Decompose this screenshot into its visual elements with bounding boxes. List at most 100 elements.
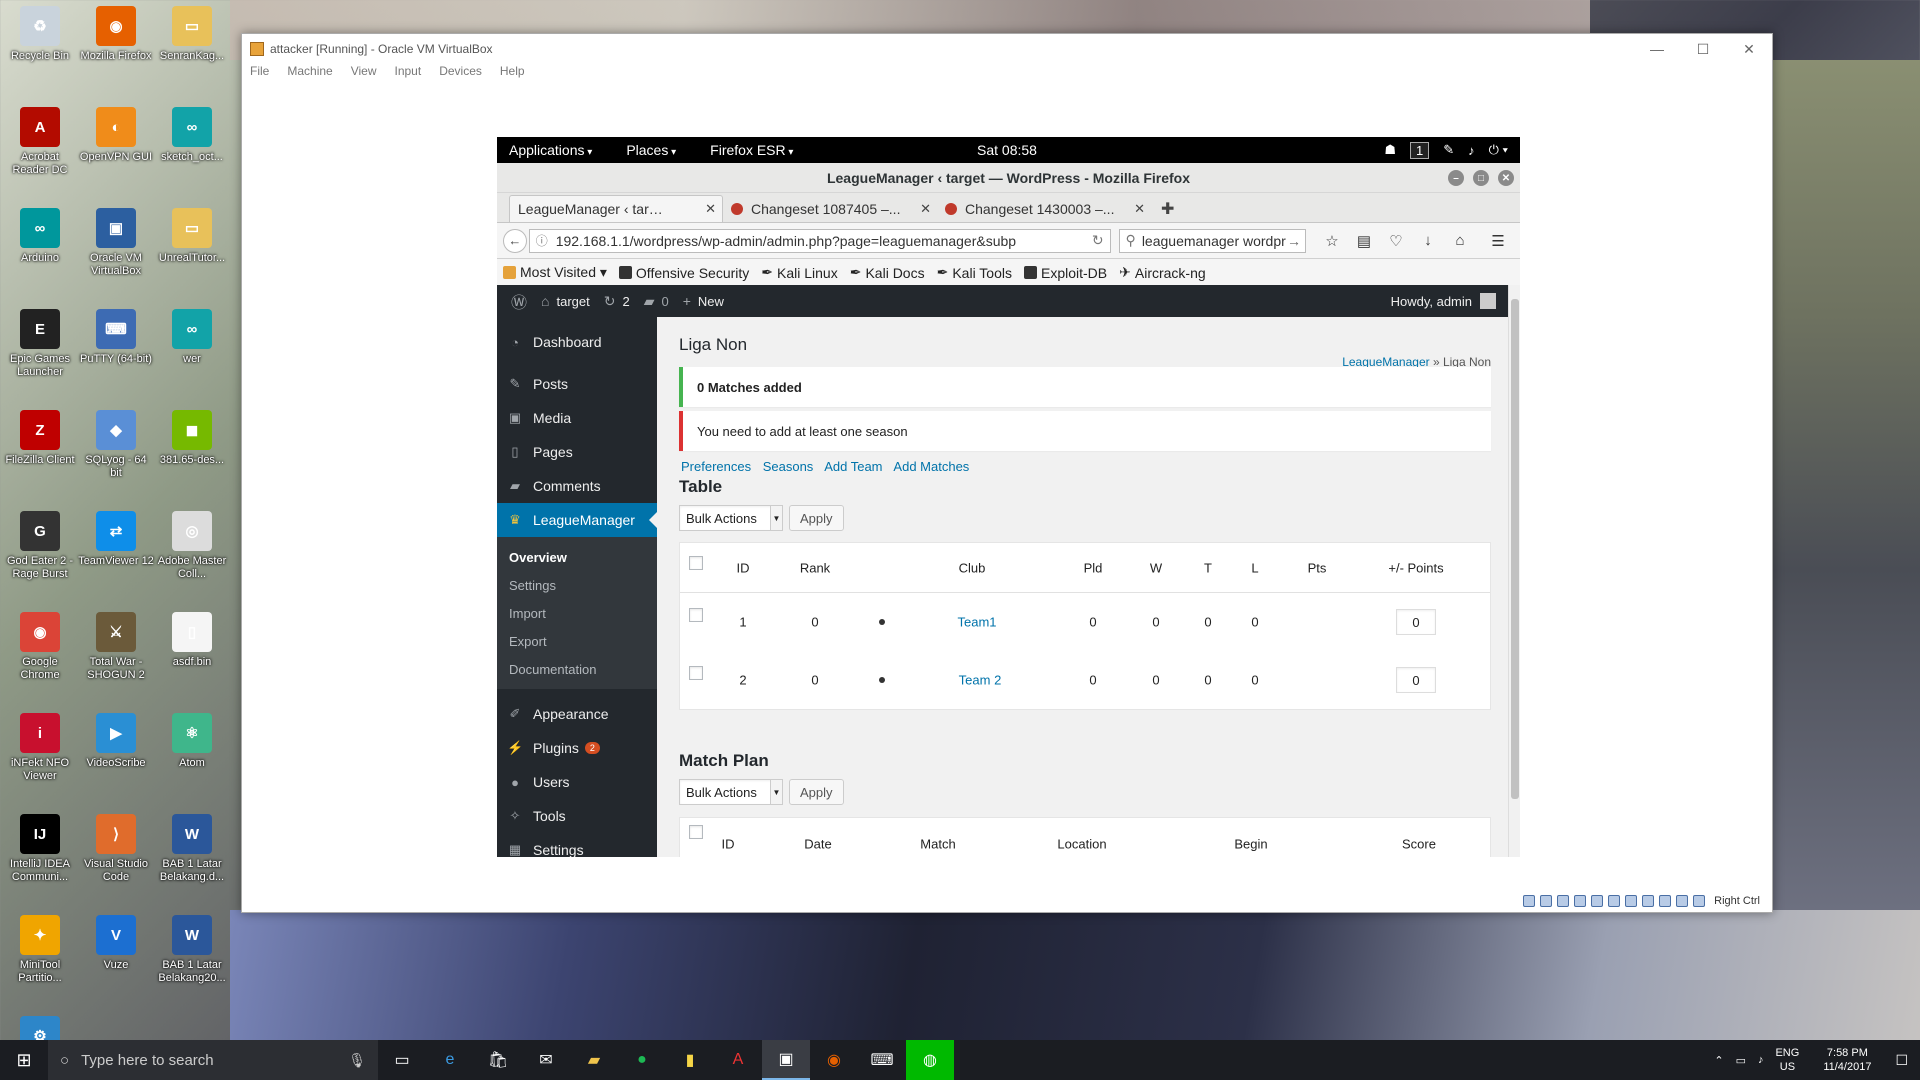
- site-name-link[interactable]: ⌂ target: [541, 293, 590, 309]
- add-team-link[interactable]: Add Team: [824, 459, 882, 474]
- col-id[interactable]: ID: [737, 560, 750, 575]
- taskbar-clock[interactable]: 7:58 PM 11/4/2017: [1823, 1046, 1883, 1074]
- menu-devices[interactable]: Devices: [439, 64, 482, 82]
- desktop-icon[interactable]: ◐ OpenVPN GUI: [78, 105, 154, 164]
- desktop-icon[interactable]: G God Eater 2 - Rage Burst: [2, 509, 78, 581]
- menu-plugins[interactable]: ⚡ Plugins 2: [497, 731, 657, 765]
- bookmark-most-visited[interactable]: Most Visited ▾: [503, 264, 607, 281]
- col-location[interactable]: Location: [1057, 837, 1106, 852]
- desktop-icon[interactable]: ∞ wer: [154, 307, 230, 366]
- col-club[interactable]: Club: [959, 560, 986, 575]
- menu-dashboard[interactable]: ◔ Dashboard: [497, 325, 657, 359]
- new-tab-icon[interactable]: ✚: [1161, 195, 1174, 222]
- scrollbar-thumb[interactable]: [1511, 299, 1519, 799]
- site-info-icon[interactable]: ⓘ: [536, 232, 548, 249]
- search-go-icon[interactable]: →: [1287, 232, 1301, 249]
- file-explorer-icon[interactable]: ▰: [570, 1040, 618, 1080]
- col-score[interactable]: Score: [1402, 837, 1436, 852]
- desktop-icon[interactable]: ▯ asdf.bin: [154, 610, 230, 669]
- hdd-icon[interactable]: [1523, 895, 1536, 907]
- page-scrollbar[interactable]: [1508, 285, 1520, 857]
- putty-taskbar-icon[interactable]: ⌨: [858, 1040, 906, 1080]
- volume-icon[interactable]: ♪: [1468, 143, 1475, 158]
- col-rank[interactable]: Rank: [800, 560, 830, 575]
- tray-overflow-icon[interactable]: ⌃: [1714, 1054, 1723, 1067]
- bookmark-kali-docs[interactable]: ✒ Kali Docs: [850, 264, 925, 281]
- power-icon[interactable]: ⏻ ▾: [1489, 142, 1508, 158]
- reload-icon[interactable]: ↻: [1092, 232, 1104, 249]
- menu-media[interactable]: ▣ Media: [497, 401, 657, 435]
- col-l[interactable]: L: [1251, 560, 1258, 575]
- apply-button[interactable]: Apply: [789, 779, 844, 805]
- sticky-notes-icon[interactable]: ▮: [666, 1040, 714, 1080]
- mail-icon[interactable]: ✉: [522, 1040, 570, 1080]
- minimize-icon[interactable]: —: [1634, 34, 1680, 64]
- hamburger-menu-icon[interactable]: ☰: [1482, 232, 1514, 250]
- submenu-settings[interactable]: Settings: [497, 571, 657, 599]
- menu-posts[interactable]: ✎ Posts: [497, 367, 657, 401]
- vm-display[interactable]: Applications Places Firefox ESR Sat 08:5…: [242, 82, 1772, 892]
- tools-icon[interactable]: ✎: [1443, 142, 1454, 158]
- close-icon[interactable]: ✕: [1726, 34, 1772, 64]
- desktop-icon[interactable]: ✦ MiniTool Partitio...: [2, 913, 78, 985]
- desktop-icon[interactable]: ▭ SenranKag...: [154, 4, 230, 63]
- guest-screen[interactable]: Applications Places Firefox ESR Sat 08:5…: [497, 137, 1520, 857]
- virtualbox-taskbar-icon[interactable]: ▣: [762, 1040, 810, 1080]
- col-id[interactable]: ID: [722, 837, 735, 852]
- submenu-import[interactable]: Import: [497, 599, 657, 627]
- keyboard-icon[interactable]: [1693, 895, 1706, 907]
- ff-maximize-icon[interactable]: □: [1473, 170, 1489, 186]
- workspace-indicator[interactable]: 1: [1410, 141, 1430, 159]
- kali-clock[interactable]: Sat 08:58: [977, 142, 1037, 158]
- col-pld[interactable]: Pld: [1084, 560, 1103, 575]
- network-tray-icon[interactable]: ▭: [1736, 1054, 1746, 1067]
- add-matches-link[interactable]: Add Matches: [893, 459, 969, 474]
- menu-pages[interactable]: ▯ Pages: [497, 435, 657, 469]
- reader-list-icon[interactable]: ▤: [1348, 232, 1380, 250]
- back-icon[interactable]: ←: [503, 228, 527, 253]
- updates-link[interactable]: ↻ 2: [604, 293, 630, 310]
- menu-input[interactable]: Input: [395, 64, 422, 82]
- ff-minimize-icon[interactable]: –: [1448, 170, 1464, 186]
- downloads-icon[interactable]: ↓: [1412, 232, 1444, 250]
- home-icon[interactable]: ⌂: [1444, 232, 1476, 250]
- tab-changeset-1430003[interactable]: Changeset 1430003 –... ✕: [937, 195, 1151, 222]
- firefox-taskbar-icon[interactable]: ◉: [810, 1040, 858, 1080]
- preferences-link[interactable]: Preferences: [681, 459, 751, 474]
- seasons-link[interactable]: Seasons: [763, 459, 814, 474]
- desktop-icon[interactable]: i iNFekt NFO Viewer: [2, 711, 78, 783]
- bookmark-exploit-db[interactable]: Exploit-DB: [1024, 265, 1107, 281]
- col-begin[interactable]: Begin: [1234, 837, 1267, 852]
- store-icon[interactable]: 🛍: [474, 1040, 522, 1080]
- microphone-icon[interactable]: 🎙: [348, 1052, 366, 1069]
- col-t[interactable]: T: [1204, 560, 1212, 575]
- tab-close-icon[interactable]: ✕: [1134, 201, 1145, 217]
- applications-menu[interactable]: Applications: [509, 142, 592, 158]
- cpu-icon[interactable]: [1659, 895, 1672, 907]
- desktop-icon[interactable]: V Vuze: [78, 913, 154, 972]
- desktop-icon[interactable]: ◼ 381.65-des...: [154, 408, 230, 467]
- bookmark-aircrack-ng[interactable]: ✈ Aircrack-ng: [1119, 264, 1206, 281]
- taskbar-search[interactable]: ○ Type here to search 🎙: [48, 1040, 378, 1080]
- menu-tools[interactable]: ✧ Tools: [497, 799, 657, 833]
- bookmark-offensive-security[interactable]: Offensive Security: [618, 265, 749, 281]
- mouse-integration-icon[interactable]: [1676, 895, 1689, 907]
- edge-icon[interactable]: e: [426, 1040, 474, 1080]
- col-points-adjust[interactable]: +/- Points: [1388, 560, 1443, 575]
- firefox-esr-menu[interactable]: Firefox ESR: [710, 142, 793, 158]
- maximize-icon[interactable]: ☐: [1680, 34, 1726, 64]
- desktop-icon[interactable]: ♻ Recycle Bin: [2, 4, 78, 63]
- desktop-icon[interactable]: ◉ Google Chrome: [2, 610, 78, 682]
- desktop-icon[interactable]: ◆ SQLyog - 64 bit: [78, 408, 154, 480]
- submenu-export[interactable]: Export: [497, 627, 657, 655]
- col-match[interactable]: Match: [920, 837, 955, 852]
- desktop-icon[interactable]: A Acrobat Reader DC: [2, 105, 78, 177]
- audio-icon[interactable]: [1557, 895, 1570, 907]
- desktop-icon[interactable]: ⌨ PuTTY (64-bit): [78, 307, 154, 366]
- usb-icon[interactable]: [1591, 895, 1604, 907]
- desktop-icon[interactable]: ∞ Arduino: [2, 206, 78, 265]
- desktop-icon[interactable]: ▶ VideoScribe: [78, 711, 154, 770]
- desktop-icon[interactable]: ∞ sketch_oct...: [154, 105, 230, 164]
- acrobat-icon[interactable]: A: [714, 1040, 762, 1080]
- submenu-documentation[interactable]: Documentation: [497, 655, 657, 683]
